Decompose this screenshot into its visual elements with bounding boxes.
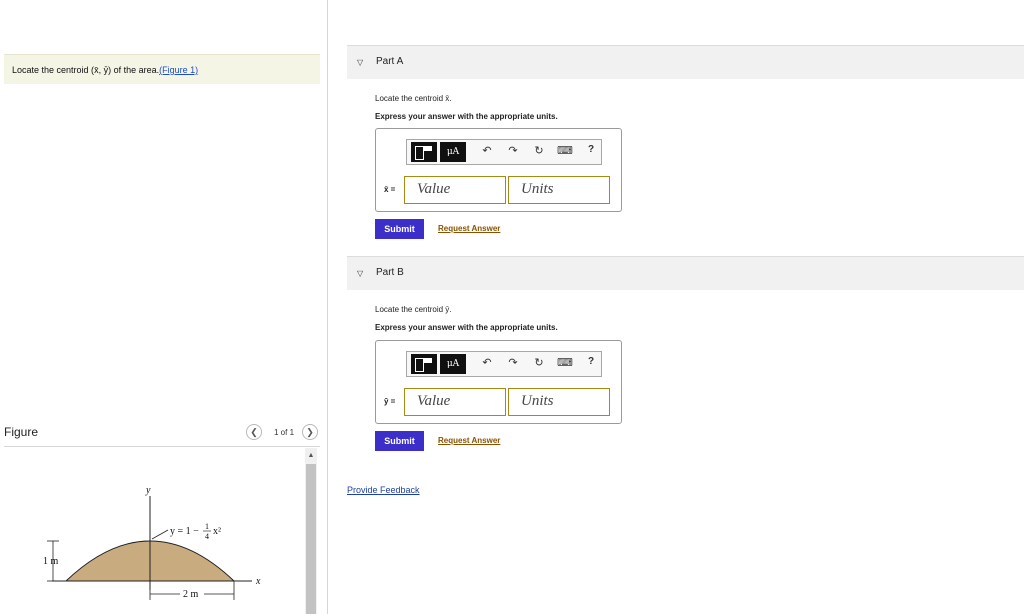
part-b-prompt: Locate the centroid ȳ. xyxy=(375,305,452,314)
figure-pager: 1 of 1 xyxy=(274,428,295,437)
chevron-left-icon: ❮ xyxy=(250,426,258,437)
template-icon[interactable] xyxy=(411,354,437,374)
part-b-instruction: Express your answer with the appropriate… xyxy=(375,323,558,332)
equation-text: y = 1 − xyxy=(170,526,199,537)
chevron-right-icon: ❯ xyxy=(306,426,314,437)
scroll-up-arrow-icon[interactable]: ▲ xyxy=(305,448,317,462)
part-b-submit-button[interactable]: Submit xyxy=(375,431,424,451)
problem-suffix: ) of the area. xyxy=(108,65,160,75)
width-dim-label: 2 m xyxy=(183,589,199,600)
figure-scrollbar[interactable]: ▲ xyxy=(305,448,317,614)
part-a-value-input[interactable]: Value xyxy=(404,176,506,204)
help-icon[interactable]: ? xyxy=(583,144,599,155)
part-a-variable-label: x̄ = xyxy=(384,185,396,194)
part-b-header[interactable]: ▽ Part B xyxy=(347,256,1024,290)
figure-title: Figure xyxy=(4,425,39,439)
part-a-answer-box: μA ↶ ↷ ↻ ⌨ ? x̄ = Value Units xyxy=(375,128,622,212)
part-a-label: Part A xyxy=(376,56,404,67)
undo-icon[interactable]: ↶ xyxy=(479,144,495,157)
part-b-label: Part B xyxy=(376,267,404,278)
part-a-submit-button[interactable]: Submit xyxy=(375,219,424,239)
figure-link[interactable]: (Figure 1) xyxy=(159,65,198,75)
prev-figure-button[interactable]: ❮ xyxy=(246,424,262,440)
figure-diagram: y x y = 1 − 1 4 x² 1 m 2 m xyxy=(43,485,261,600)
next-figure-button[interactable]: ❯ xyxy=(302,424,318,440)
problem-statement: Locate the centroid (x̄, ȳ) of the area.… xyxy=(4,54,320,84)
part-a-instruction: Express your answer with the appropriate… xyxy=(375,112,558,121)
equation-frac-num: 1 xyxy=(205,522,209,531)
keyboard-icon[interactable]: ⌨ xyxy=(557,144,573,157)
part-a-math-toolbar: μA ↶ ↷ ↻ ⌨ ? xyxy=(406,139,602,165)
left-panel: Locate the centroid (x̄, ȳ) of the area.… xyxy=(0,0,328,614)
problem-prefix: Locate the centroid ( xyxy=(12,65,95,75)
equation-leader xyxy=(151,529,169,540)
part-a-prompt: Locate the centroid x̄. xyxy=(375,94,452,103)
part-b-math-toolbar: μA ↶ ↷ ↻ ⌨ ? xyxy=(406,351,602,377)
part-b-answer-box: μA ↶ ↷ ↻ ⌨ ? ȳ = Value Units xyxy=(375,340,622,424)
x-axis-label: x xyxy=(255,576,261,587)
help-icon[interactable]: ? xyxy=(583,356,599,367)
units-button[interactable]: μA xyxy=(440,354,466,374)
figure-header: Figure ❮ 1 of 1 ❯ xyxy=(4,423,320,447)
part-a-request-answer-link[interactable]: Request Answer xyxy=(438,224,500,233)
redo-icon[interactable]: ↷ xyxy=(505,356,521,369)
reset-icon[interactable]: ↻ xyxy=(531,144,547,157)
redo-icon[interactable]: ↷ xyxy=(505,144,521,157)
part-b-request-answer-link[interactable]: Request Answer xyxy=(438,436,500,445)
template-icon[interactable] xyxy=(411,142,437,162)
keyboard-icon[interactable]: ⌨ xyxy=(557,356,573,369)
part-b-value-input[interactable]: Value xyxy=(404,388,506,416)
part-a-header[interactable]: ▽ Part A xyxy=(347,45,1024,79)
reset-icon[interactable]: ↻ xyxy=(531,356,547,369)
scroll-thumb[interactable] xyxy=(306,464,316,614)
collapse-triangle-icon: ▽ xyxy=(357,269,364,278)
part-b-variable-label: ȳ = xyxy=(384,397,396,406)
undo-icon[interactable]: ↶ xyxy=(479,356,495,369)
part-a-units-input[interactable]: Units xyxy=(508,176,610,204)
equation-tail: x² xyxy=(213,526,221,537)
height-dim-label: 1 m xyxy=(43,556,59,567)
units-button[interactable]: μA xyxy=(440,142,466,162)
panel-divider xyxy=(327,0,328,614)
y-axis-label: y xyxy=(145,485,151,496)
provide-feedback-link[interactable]: Provide Feedback xyxy=(347,485,420,495)
part-b-units-input[interactable]: Units xyxy=(508,388,610,416)
collapse-triangle-icon: ▽ xyxy=(357,58,364,67)
equation-frac-den: 4 xyxy=(205,532,209,541)
